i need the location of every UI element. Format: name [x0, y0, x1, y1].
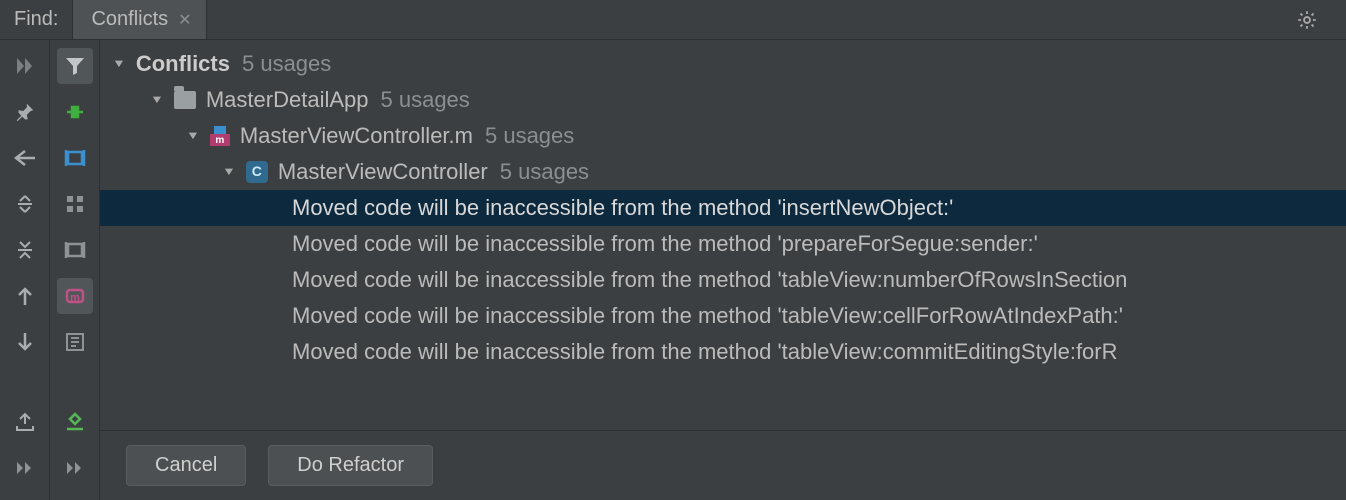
tab-title: Conflicts [91, 8, 168, 31]
next-occurrence-icon[interactable] [7, 324, 43, 360]
chevron-down-icon[interactable]: ▼ [150, 90, 174, 109]
result-row[interactable]: Moved code will be inaccessible from the… [100, 190, 1346, 226]
tree-root[interactable]: ▼ Conflicts 5 usages [100, 46, 1346, 82]
footer: Cancel Do Refactor [100, 430, 1346, 500]
result-row[interactable]: Moved code will be inaccessible from the… [100, 262, 1346, 298]
tool-column-1 [0, 40, 50, 500]
tree-project-usages: 5 usages [369, 81, 470, 118]
class-icon: C [246, 161, 268, 183]
tab-conflicts[interactable]: Conflicts ✕ [73, 0, 206, 39]
autoscroll-icon[interactable] [57, 404, 93, 440]
result-text: Moved code will be inaccessible from the… [292, 297, 1123, 334]
tree-file[interactable]: ▼ m MasterViewController.m 5 usages [100, 118, 1346, 154]
tree-root-usages: 5 usages [230, 45, 331, 82]
export-icon[interactable] [7, 404, 43, 440]
tree-file-label: MasterViewController.m [240, 117, 473, 154]
rerun-icon[interactable] [7, 48, 43, 84]
more-right-icon[interactable] [7, 450, 43, 486]
result-text: Moved code will be inaccessible from the… [292, 261, 1127, 298]
tree-project[interactable]: ▼ MasterDetailApp 5 usages [100, 82, 1346, 118]
gear-icon[interactable] [1296, 9, 1318, 31]
tree-project-label: MasterDetailApp [206, 81, 369, 118]
result-row[interactable]: Moved code will be inaccessible from the… [100, 334, 1346, 370]
find-label: Find: [0, 0, 73, 39]
collapse-all-icon[interactable] [7, 232, 43, 268]
chevron-down-icon[interactable]: ▼ [222, 162, 246, 181]
cancel-button[interactable]: Cancel [126, 445, 246, 486]
pin-icon[interactable] [7, 94, 43, 130]
do-refactor-button[interactable]: Do Refactor [268, 445, 433, 486]
expand-all-icon[interactable] [7, 186, 43, 222]
tab-strip: Find: Conflicts ✕ [0, 0, 1346, 40]
preview-icon[interactable] [57, 324, 93, 360]
result-text: Moved code will be inaccessible from the… [292, 189, 953, 226]
tree-class[interactable]: ▼ C MasterViewController 5 usages [100, 154, 1346, 190]
svg-text:m: m [70, 292, 80, 304]
result-row[interactable]: Moved code will be inaccessible from the… [100, 226, 1346, 262]
back-icon[interactable] [7, 140, 43, 176]
filter-icon[interactable] [57, 48, 93, 84]
tree-class-label: MasterViewController [278, 153, 488, 190]
result-row[interactable]: Moved code will be inaccessible from the… [100, 298, 1346, 334]
chevron-down-icon[interactable]: ▼ [186, 126, 210, 145]
tool-column-2: m [50, 40, 100, 500]
method-group-icon[interactable]: m [57, 278, 93, 314]
folder-icon [174, 91, 196, 109]
tree-class-usages: 5 usages [488, 153, 589, 190]
module-group-icon[interactable] [57, 140, 93, 176]
close-icon[interactable]: ✕ [178, 10, 191, 30]
objc-file-icon: m [210, 126, 230, 146]
tree-file-usages: 5 usages [473, 117, 574, 154]
file-structure-icon[interactable] [57, 232, 93, 268]
conflicts-tree: ▼ Conflicts 5 usages ▼ MasterDetailApp 5… [100, 40, 1346, 430]
tree-root-label: Conflicts [136, 45, 230, 82]
chevron-down-icon[interactable]: ▼ [112, 54, 136, 73]
group-icon[interactable] [57, 94, 93, 130]
result-text: Moved code will be inaccessible from the… [292, 333, 1118, 370]
usage-grouping-icon[interactable] [57, 186, 93, 222]
more-right-icon-2[interactable] [57, 450, 93, 486]
prev-occurrence-icon[interactable] [7, 278, 43, 314]
result-text: Moved code will be inaccessible from the… [292, 225, 1038, 262]
